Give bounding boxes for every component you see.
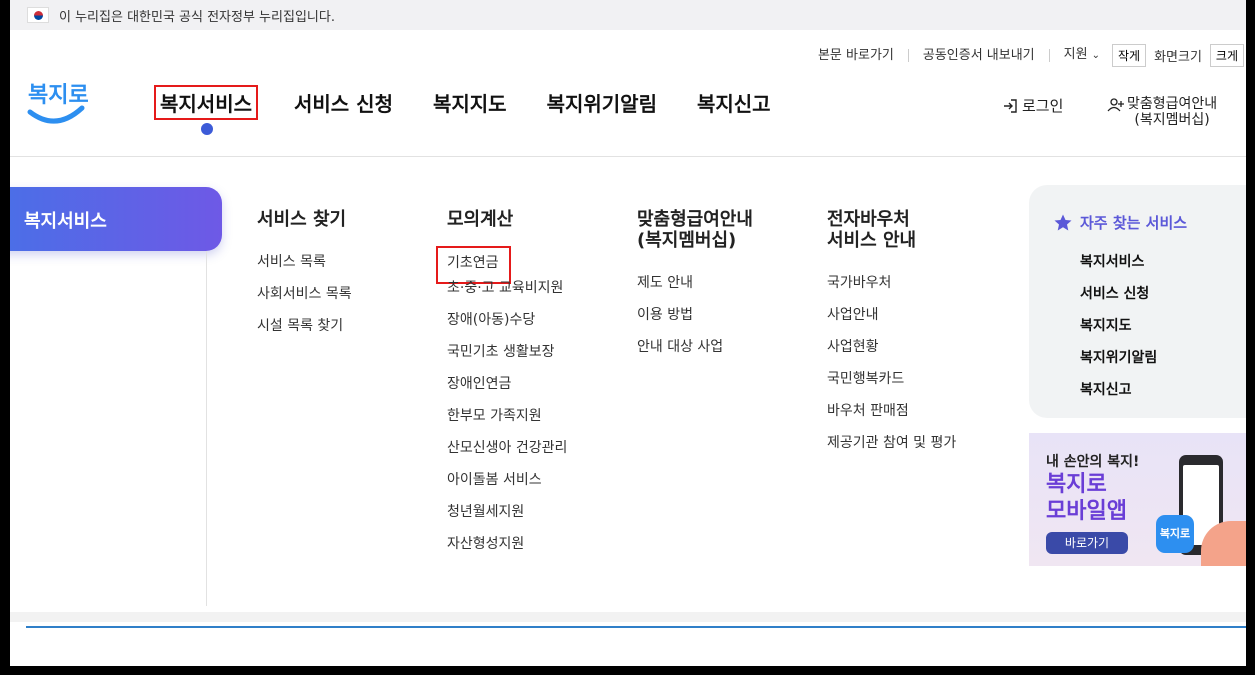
membership-line1: 맞춤형급여안내	[1127, 96, 1218, 112]
menu-item[interactable]: 제공기관 참여 및 평가	[827, 433, 956, 465]
main-nav: 복지서비스 서비스 신청 복지지도 복지위기알림 복지신고	[154, 85, 807, 135]
column-title: 맞춤형급여안내 (복지멤버십)	[637, 209, 753, 251]
header-divider	[10, 156, 1246, 157]
zoom-label: 화면크기	[1154, 49, 1202, 65]
export-cert-link[interactable]: 공동인증서 내보내기	[909, 48, 1050, 62]
menu-item[interactable]: 한부모 가족지원	[447, 406, 567, 438]
font-large-button[interactable]: 크게	[1209, 43, 1244, 67]
membership-label: 맞춤형급여안내 (복지멤버십)	[1127, 96, 1217, 128]
side-divider	[206, 251, 207, 606]
side-tab-welfare-service[interactable]: 복지서비스	[10, 187, 222, 251]
logo-text: 복지로	[28, 83, 88, 108]
menu-item[interactable]: 서비스 목록	[257, 252, 352, 284]
column-title: 모의계산	[447, 209, 514, 230]
nav-welfare-map[interactable]: 복지지도	[429, 88, 511, 120]
app-banner-title-line2: 모바일앱	[1046, 499, 1127, 524]
favorite-item[interactable]: 복지서비스	[1054, 251, 1246, 283]
menu-item[interactable]: 산모신생아 건강관리	[447, 438, 567, 470]
membership-line2: (복지멤버십)	[1134, 112, 1210, 128]
menu-item[interactable]: 이용 방법	[637, 305, 753, 337]
menu-item[interactable]: 청년월세지원	[447, 502, 567, 534]
star-icon	[1054, 214, 1072, 231]
menu-item[interactable]: 국가바우처	[827, 273, 956, 305]
favorites-title-text: 자주 찾는 서비스	[1080, 214, 1188, 232]
menu-item[interactable]: 자산형성지원	[447, 534, 567, 566]
column-title-line1: 전자바우처	[827, 209, 910, 230]
content-top-line	[26, 626, 1246, 628]
chevron-down-icon: ⌄	[1091, 50, 1100, 61]
nav-service-apply[interactable]: 서비스 신청	[290, 88, 397, 120]
menu-item[interactable]: 바우처 판매점	[827, 401, 956, 433]
add-user-icon	[1107, 98, 1124, 112]
login-link[interactable]: 로그인	[1002, 95, 1063, 116]
column-title-line1: 맞춤형급여안내	[637, 209, 753, 230]
support-label: 지원	[1063, 47, 1088, 62]
menu-item[interactable]: 국민기초 생활보장	[447, 342, 567, 374]
gov-banner-text: 이 누리집은 대한민국 공식 전자정부 누리집입니다.	[59, 9, 335, 25]
mobile-app-banner[interactable]: 내 손안의 복지! 복지로 모바일앱 복지로 바로가기	[1029, 433, 1246, 566]
menu-item[interactable]: 초·중·고 교육비지원	[447, 278, 567, 310]
menu-item[interactable]: 사업현황	[827, 337, 956, 369]
menu-item[interactable]: 국민행복카드	[827, 369, 956, 401]
column-title: 전자바우처 서비스 안내	[827, 209, 956, 251]
logo[interactable]: 복지로	[26, 74, 88, 130]
utility-bar: 본문 바로가기 공동인증서 내보내기 지원 ⌄ 작게 화면크기 크게	[804, 43, 1246, 67]
app-go-button[interactable]: 바로가기	[1046, 532, 1128, 554]
menu-item[interactable]: 장애(아동)수당	[447, 310, 567, 342]
favorites-panel: 자주 찾는 서비스 복지서비스 서비스 신청 복지지도 복지위기알림 복지신고	[1029, 185, 1246, 418]
favorite-item[interactable]: 복지위기알림	[1054, 347, 1246, 379]
menu-item[interactable]: 사회서비스 목록	[257, 284, 352, 316]
favorites-title: 자주 찾는 서비스	[1054, 212, 1246, 233]
membership-link[interactable]: 맞춤형급여안내 (복지멤버십)	[1107, 96, 1217, 128]
app-banner-title-line1: 복지로	[1046, 472, 1107, 497]
menu-item[interactable]: 제도 안내	[637, 273, 753, 305]
login-icon	[1004, 98, 1017, 113]
page: 이 누리집은 대한민국 공식 전자정부 누리집입니다. 본문 바로가기 공동인증…	[10, 0, 1246, 666]
skip-to-content-link[interactable]: 본문 바로가기	[804, 48, 909, 62]
nav-crisis-alert[interactable]: 복지위기알림	[543, 88, 661, 120]
column-title-line2: (복지멤버십)	[637, 230, 737, 251]
login-label: 로그인	[1022, 97, 1064, 115]
app-banner-tagline: 내 손안의 복지!	[1046, 454, 1140, 470]
menu-item[interactable]: 사업안내	[827, 305, 956, 337]
menu-bottom-shadow	[10, 612, 1246, 622]
column-title: 서비스 찾기	[257, 209, 347, 230]
column-title-line2: 서비스 안내	[827, 230, 917, 251]
menu-item[interactable]: 안내 대상 사업	[637, 337, 753, 369]
nav-welfare-report[interactable]: 복지신고	[693, 88, 775, 120]
screenshot-frame: 이 누리집은 대한민국 공식 전자정부 누리집입니다. 본문 바로가기 공동인증…	[0, 0, 1255, 675]
font-small-button[interactable]: 작게	[1111, 43, 1147, 67]
favorite-item[interactable]: 서비스 신청	[1054, 283, 1246, 315]
menu-column-membership: 맞춤형급여안내 (복지멤버십) 제도 안내 이용 방법 안내 대상 사업	[637, 209, 753, 369]
gov-banner: 이 누리집은 대한민국 공식 전자정부 누리집입니다.	[10, 0, 1246, 30]
menu-column-mock-calculation: 모의계산 기초연금 초·중·고 교육비지원 장애(아동)수당 국민기초 생활보장…	[436, 209, 567, 566]
flag-icon	[27, 7, 49, 23]
menu-column-voucher: 전자바우처 서비스 안내 국가바우처 사업안내 사업현황 국민행복카드 바우처 …	[827, 209, 956, 465]
nav-welfare-service[interactable]: 복지서비스	[154, 85, 258, 120]
menu-item[interactable]: 시설 목록 찾기	[257, 316, 352, 348]
app-icon: 복지로	[1156, 515, 1194, 553]
menu-item[interactable]: 아이돌봄 서비스	[447, 470, 567, 502]
favorite-item[interactable]: 복지신고	[1054, 379, 1246, 411]
active-indicator-dot	[201, 123, 213, 135]
menu-item[interactable]: 장애인연금	[447, 374, 567, 406]
app-banner-title: 복지로 모바일앱	[1046, 471, 1127, 525]
support-dropdown[interactable]: 지원 ⌄	[1050, 48, 1110, 62]
favorite-item[interactable]: 복지지도	[1054, 315, 1246, 347]
menu-column-service-search: 서비스 찾기 서비스 목록 사회서비스 목록 시설 목록 찾기	[257, 209, 352, 348]
